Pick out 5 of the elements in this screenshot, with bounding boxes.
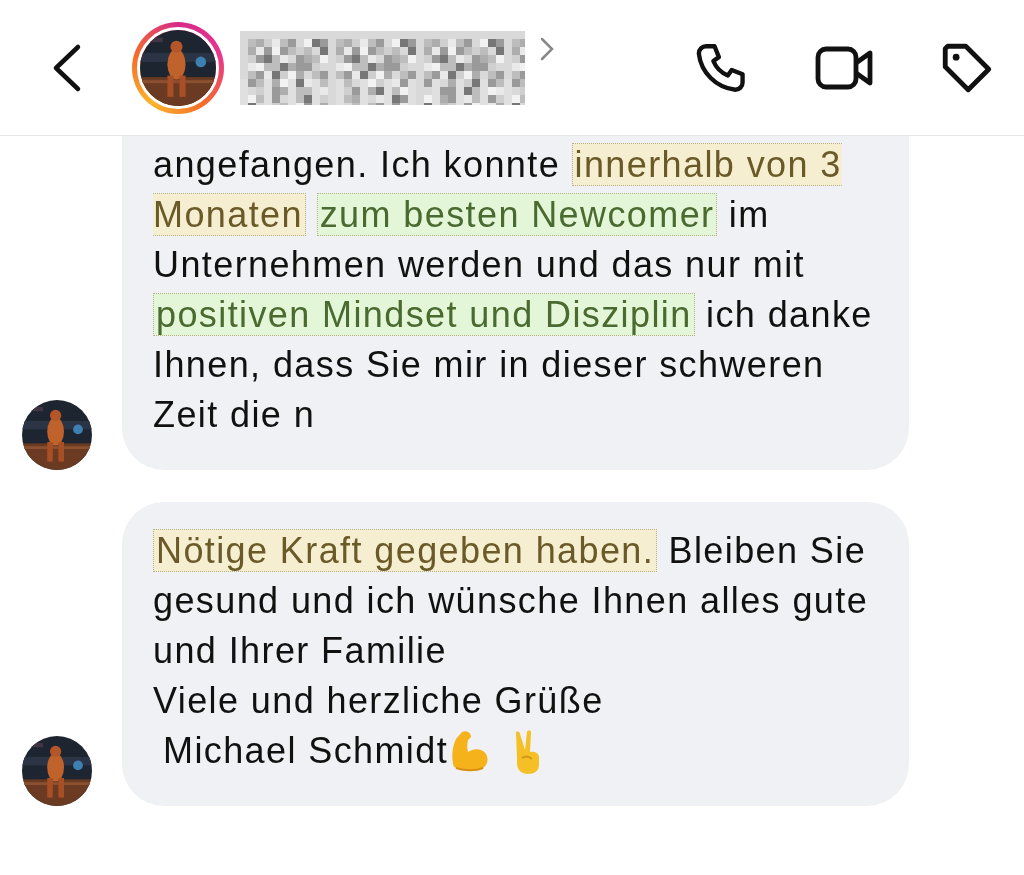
message-text: angefangen. Ich konnte innerhalb von 3 Monaten zum besten Newcomer im Unternehmen werden und das nur mit positiven Mindset und Disziplin ich danke Ihnen, dass Sie mir in dieser schweren Zeit die n	[153, 142, 874, 437]
message-text: Viele und herzliche Grüße	[153, 679, 605, 723]
signature-text: Michael Schmidt	[163, 729, 449, 773]
chevron-icon[interactable]	[539, 36, 555, 62]
message-text: Nötige Kraft gegeben haben. Bleiben Sie gesund und ich wünsche Ihnen alles gute und Ihrer Familie	[153, 528, 870, 673]
